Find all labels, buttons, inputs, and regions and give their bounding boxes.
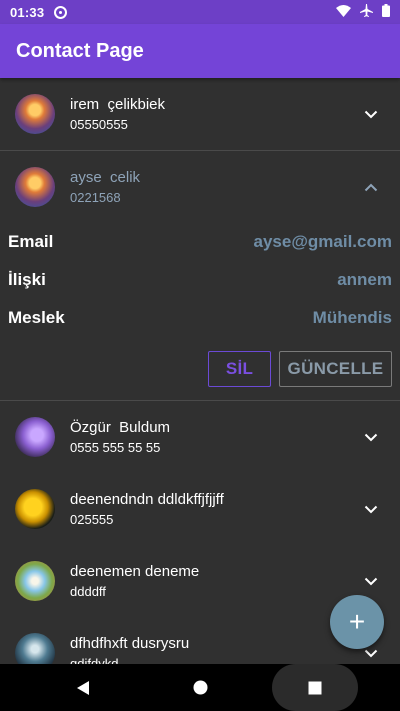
contact-phone: 0555 555 55 55	[70, 439, 161, 455]
contact-name: Özgür Buldum	[70, 418, 171, 436]
detail-label: İlişki	[8, 270, 46, 289]
contact-phone: ddddff	[70, 583, 106, 599]
back-button[interactable]	[60, 664, 106, 711]
chevron-down-icon[interactable]	[360, 426, 382, 448]
home-button[interactable]	[178, 664, 222, 711]
contact-item[interactable]: deenendndn ddldkffjfjjff 025555	[0, 473, 400, 545]
contact-phone: gdifdykd	[70, 655, 119, 665]
chevron-down-icon[interactable]	[360, 570, 382, 592]
status-time: 01:33	[10, 4, 45, 20]
navigation-bar	[0, 664, 400, 711]
home-icon	[193, 680, 207, 695]
detail-label: Email	[8, 232, 54, 251]
plus-icon: +	[348, 606, 366, 637]
chevron-down-icon[interactable]	[360, 498, 382, 520]
contact-item[interactable]: irem çelikbiek 05550555	[0, 78, 400, 150]
detail-label: Meslek	[8, 308, 65, 327]
detail-value: Mühendis	[312, 308, 392, 327]
lake-avatar	[15, 633, 55, 664]
contact-name: deenendndn ddldkffjfjjff	[70, 490, 224, 508]
contact-item-expanded[interactable]: ayse celik 0221568	[0, 151, 400, 223]
sunset-avatar	[15, 94, 55, 134]
contact-name: deenemen deneme	[70, 562, 200, 580]
contact-item[interactable]: Özgür Buldum 0555 555 55 55	[0, 401, 400, 473]
status-bar: 01:33	[0, 0, 400, 24]
chevron-up-icon[interactable]	[360, 176, 382, 198]
detail-value: annem	[337, 270, 392, 289]
detail-row-email: Email ayse@gmail.com	[8, 223, 392, 261]
contact-actions: SİL GÜNCELLE	[8, 337, 392, 400]
detail-row-occupation: Meslek Mühendis	[8, 299, 392, 337]
page-title: Contact Page	[16, 39, 144, 62]
contact-name: irem çelikbiek	[70, 95, 166, 113]
back-icon	[77, 680, 89, 695]
sunset-avatar	[15, 167, 55, 207]
purple-flower-avatar	[15, 417, 55, 457]
wifi-icon	[336, 4, 351, 20]
app-bar: Contact Page	[0, 24, 400, 78]
add-contact-button[interactable]: +	[330, 595, 384, 649]
airplane-icon	[360, 4, 373, 20]
update-button[interactable]: GÜNCELLE	[279, 351, 392, 387]
detail-row-relation: İlişki annem	[8, 261, 392, 299]
yellow-flower-avatar	[15, 489, 55, 529]
contact-details: Email ayse@gmail.com İlişki annem Meslek…	[0, 223, 400, 400]
recent-apps-button[interactable]	[272, 664, 358, 711]
battery-icon	[382, 4, 390, 20]
chevron-down-icon[interactable]	[360, 103, 382, 125]
tree-avatar	[15, 561, 55, 601]
recent-apps-icon	[308, 681, 322, 694]
sync-icon	[54, 5, 68, 19]
contact-name: dfhdfhxft dusrysru	[70, 634, 190, 652]
contact-phone: 025555	[70, 511, 114, 527]
contact-name: ayse celik	[70, 168, 141, 186]
contact-list[interactable]: irem çelikbiek 05550555 ayse celik 02215…	[0, 78, 400, 664]
status-icons	[336, 4, 390, 20]
contact-phone: 05550555	[70, 116, 128, 132]
contact-phone: 0221568	[70, 189, 121, 205]
detail-value: ayse@gmail.com	[253, 232, 392, 251]
delete-button[interactable]: SİL	[208, 351, 271, 387]
